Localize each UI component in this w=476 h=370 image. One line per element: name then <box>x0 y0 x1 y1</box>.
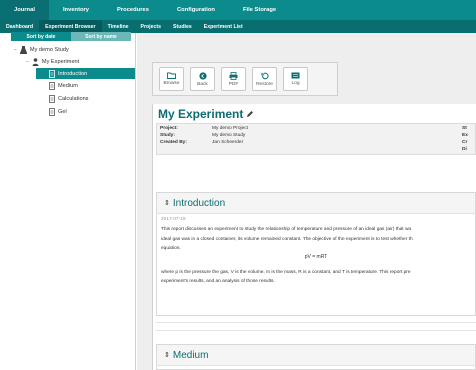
sort-by-name-button[interactable]: Sort by name <box>71 32 131 41</box>
meta-project-value: My demo Project <box>212 126 248 131</box>
tab-procedures[interactable]: Procedures <box>103 0 163 20</box>
tree-item-label: Calculations <box>58 95 89 102</box>
meta-right-label: Ex <box>462 133 468 138</box>
meta-created-by: Created By: Jan Scheerder <box>160 140 460 147</box>
back-icon <box>198 71 207 80</box>
meta-study-label: Study: <box>160 133 175 138</box>
section-text-line: This report discusses an experiment to s… <box>161 227 412 232</box>
tree-study[interactable]: − My demo Study <box>14 44 134 55</box>
tree-item-gel[interactable]: Gel <box>48 106 134 117</box>
tree-experiment[interactable]: − My Experiment <box>26 56 134 67</box>
sort-arrows-icon[interactable]: ⇕ <box>164 199 170 207</box>
back-button[interactable]: Back <box>190 67 215 91</box>
tab-configuration[interactable]: Configuration <box>163 0 229 20</box>
tree-item-label: Introduction <box>58 70 88 77</box>
tree-study-label: My demo Study <box>29 46 69 53</box>
section-date: 2017-07-19 <box>161 217 186 222</box>
tree-item-label: Gel <box>58 108 67 115</box>
meta-study-value: My demo Study <box>212 133 246 138</box>
sort-by-date-button[interactable]: Sort by date <box>11 32 71 41</box>
pdf-label: PDF <box>228 81 239 87</box>
meta-study: Study: My demo Study <box>160 133 460 140</box>
log-label: Log <box>291 81 300 86</box>
collapse-icon[interactable]: − <box>26 59 29 65</box>
meta-right-label: Cr <box>462 140 468 145</box>
restore-icon <box>261 72 269 79</box>
flask-icon <box>19 45 27 54</box>
tree-item-calculations[interactable]: Calculations <box>48 93 134 104</box>
person-icon <box>32 57 39 66</box>
top-nav: Journal Inventory Procedures Configurati… <box>0 0 476 20</box>
folder-icon <box>167 72 176 79</box>
experiment-title: My Experiment <box>158 107 254 121</box>
browse-label: Browse <box>163 81 180 86</box>
browse-button[interactable]: Browse <box>159 67 184 91</box>
tab-journal[interactable]: Journal <box>0 0 49 20</box>
log-button[interactable]: Log <box>283 67 308 91</box>
section-title: Medium <box>172 349 209 361</box>
subtab-experiment-list[interactable]: Experiment List <box>198 20 249 33</box>
subtab-projects[interactable]: Projects <box>135 20 167 33</box>
section-medium: ⇕ Medium <box>156 344 476 370</box>
pencil-icon[interactable] <box>246 110 254 118</box>
tree-experiment-label: My Experiment <box>41 58 80 65</box>
section-header[interactable]: ⇕ Introduction <box>157 193 475 214</box>
subtab-studies[interactable]: Studies <box>167 20 198 33</box>
pdf-button[interactable]: PDF <box>221 67 246 91</box>
toolbar: Browse Back PDF Restore Log <box>152 62 338 96</box>
document-icon <box>48 107 55 116</box>
tree-item-introduction[interactable]: Introduction <box>36 68 135 79</box>
tab-inventory[interactable]: Inventory <box>49 0 103 20</box>
section-introduction: ⇕ Introduction 2017-07-19 This report di… <box>156 192 476 316</box>
meta-project-label: Project: <box>160 126 178 131</box>
meta-project: Project: My demo Project <box>160 126 460 133</box>
tree-item-medium[interactable]: Medium <box>48 80 134 91</box>
divider <box>156 330 476 331</box>
formula: pV = mRT <box>304 253 328 260</box>
collapse-icon[interactable]: − <box>14 47 17 53</box>
sort-toggle: Sort by date Sort by name <box>11 32 131 41</box>
section-text-line: where p is the pressure the gas, V is th… <box>161 269 411 275</box>
meta-created-label: Created By: <box>160 140 187 145</box>
section-text-line: equation, <box>161 246 181 251</box>
section-title: Introduction <box>172 197 226 209</box>
meta-right-label: St <box>462 126 467 131</box>
document-icon <box>48 69 55 78</box>
log-icon <box>291 72 300 79</box>
tab-file-storage[interactable]: File Storage <box>229 0 290 20</box>
sort-arrows-icon[interactable]: ⇕ <box>164 351 170 359</box>
restore-label: Restore <box>256 81 273 87</box>
tree-item-label: Medium <box>58 82 78 89</box>
divider <box>156 322 476 323</box>
document-icon <box>48 81 55 90</box>
section-header[interactable]: ⇕ Medium <box>157 345 475 366</box>
restore-button[interactable]: Restore <box>252 67 277 91</box>
meta-right-label: Di <box>462 147 467 152</box>
back-label: Back <box>197 81 208 87</box>
meta-created-value: Jan Scheerder <box>212 140 244 145</box>
document-icon <box>48 94 55 103</box>
section-text-line: ideal gas was in a closed container, its… <box>161 236 413 242</box>
section-text-line: experiment's results, and an analysis of… <box>161 279 275 284</box>
print-icon <box>229 71 238 80</box>
experiment-title-text: My Experiment <box>158 107 244 121</box>
